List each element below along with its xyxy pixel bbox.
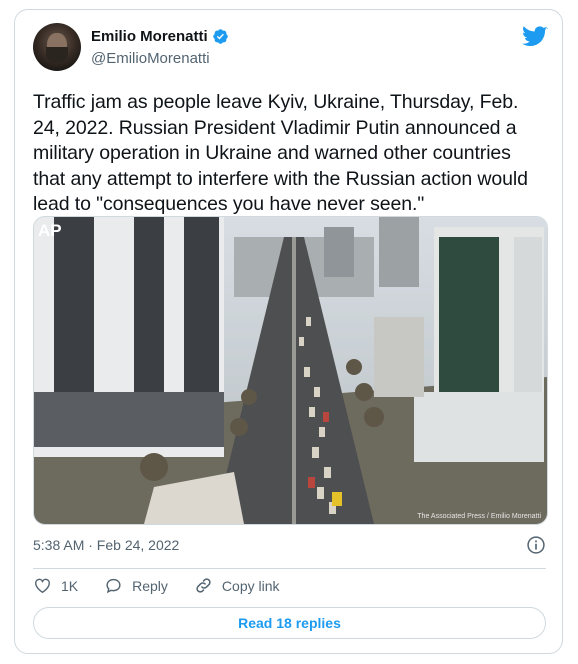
tweet-text: Traffic jam as people leave Kyiv, Ukrain…: [33, 91, 528, 215]
reply-button[interactable]: Reply: [104, 576, 168, 595]
tweet-card: Emilio Morenatti @EmilioMorenatti Traffi…: [14, 9, 563, 654]
copy-link-button[interactable]: Copy link: [194, 576, 280, 595]
divider: [33, 568, 546, 569]
info-icon[interactable]: [526, 535, 546, 555]
reply-label: Reply: [132, 577, 168, 594]
like-count: 1K: [61, 577, 79, 594]
read-replies-button[interactable]: Read 18 replies: [33, 607, 546, 639]
avatar[interactable]: [33, 23, 81, 71]
tweet-photo[interactable]: AP The Associated Press / Emilio Morenat…: [33, 216, 548, 525]
link-icon: [196, 578, 211, 593]
heart-icon: [35, 578, 50, 594]
tweet-timestamp[interactable]: 5:38 AM · Feb 24, 2022: [33, 537, 179, 553]
photo-credit: The Associated Press / Emilio Morenatti: [417, 513, 541, 520]
ap-logo: AP: [38, 221, 62, 240]
copy-link-label: Copy link: [221, 577, 280, 594]
author-name-row[interactable]: Emilio Morenatti: [91, 28, 229, 45]
like-button[interactable]: 1K: [33, 576, 78, 595]
author-handle[interactable]: @EmilioMorenatti: [91, 50, 210, 67]
twitter-bird-icon[interactable]: [522, 26, 548, 48]
verified-badge-icon: [212, 29, 228, 44]
avatar-beard: [46, 47, 68, 63]
tweet-actions: 1K Reply Copy link: [33, 576, 306, 595]
author-name[interactable]: Emilio Morenatti: [91, 28, 208, 45]
speech-bubble-icon: [106, 578, 121, 594]
kyiv-traffic-photo: [34, 217, 547, 524]
